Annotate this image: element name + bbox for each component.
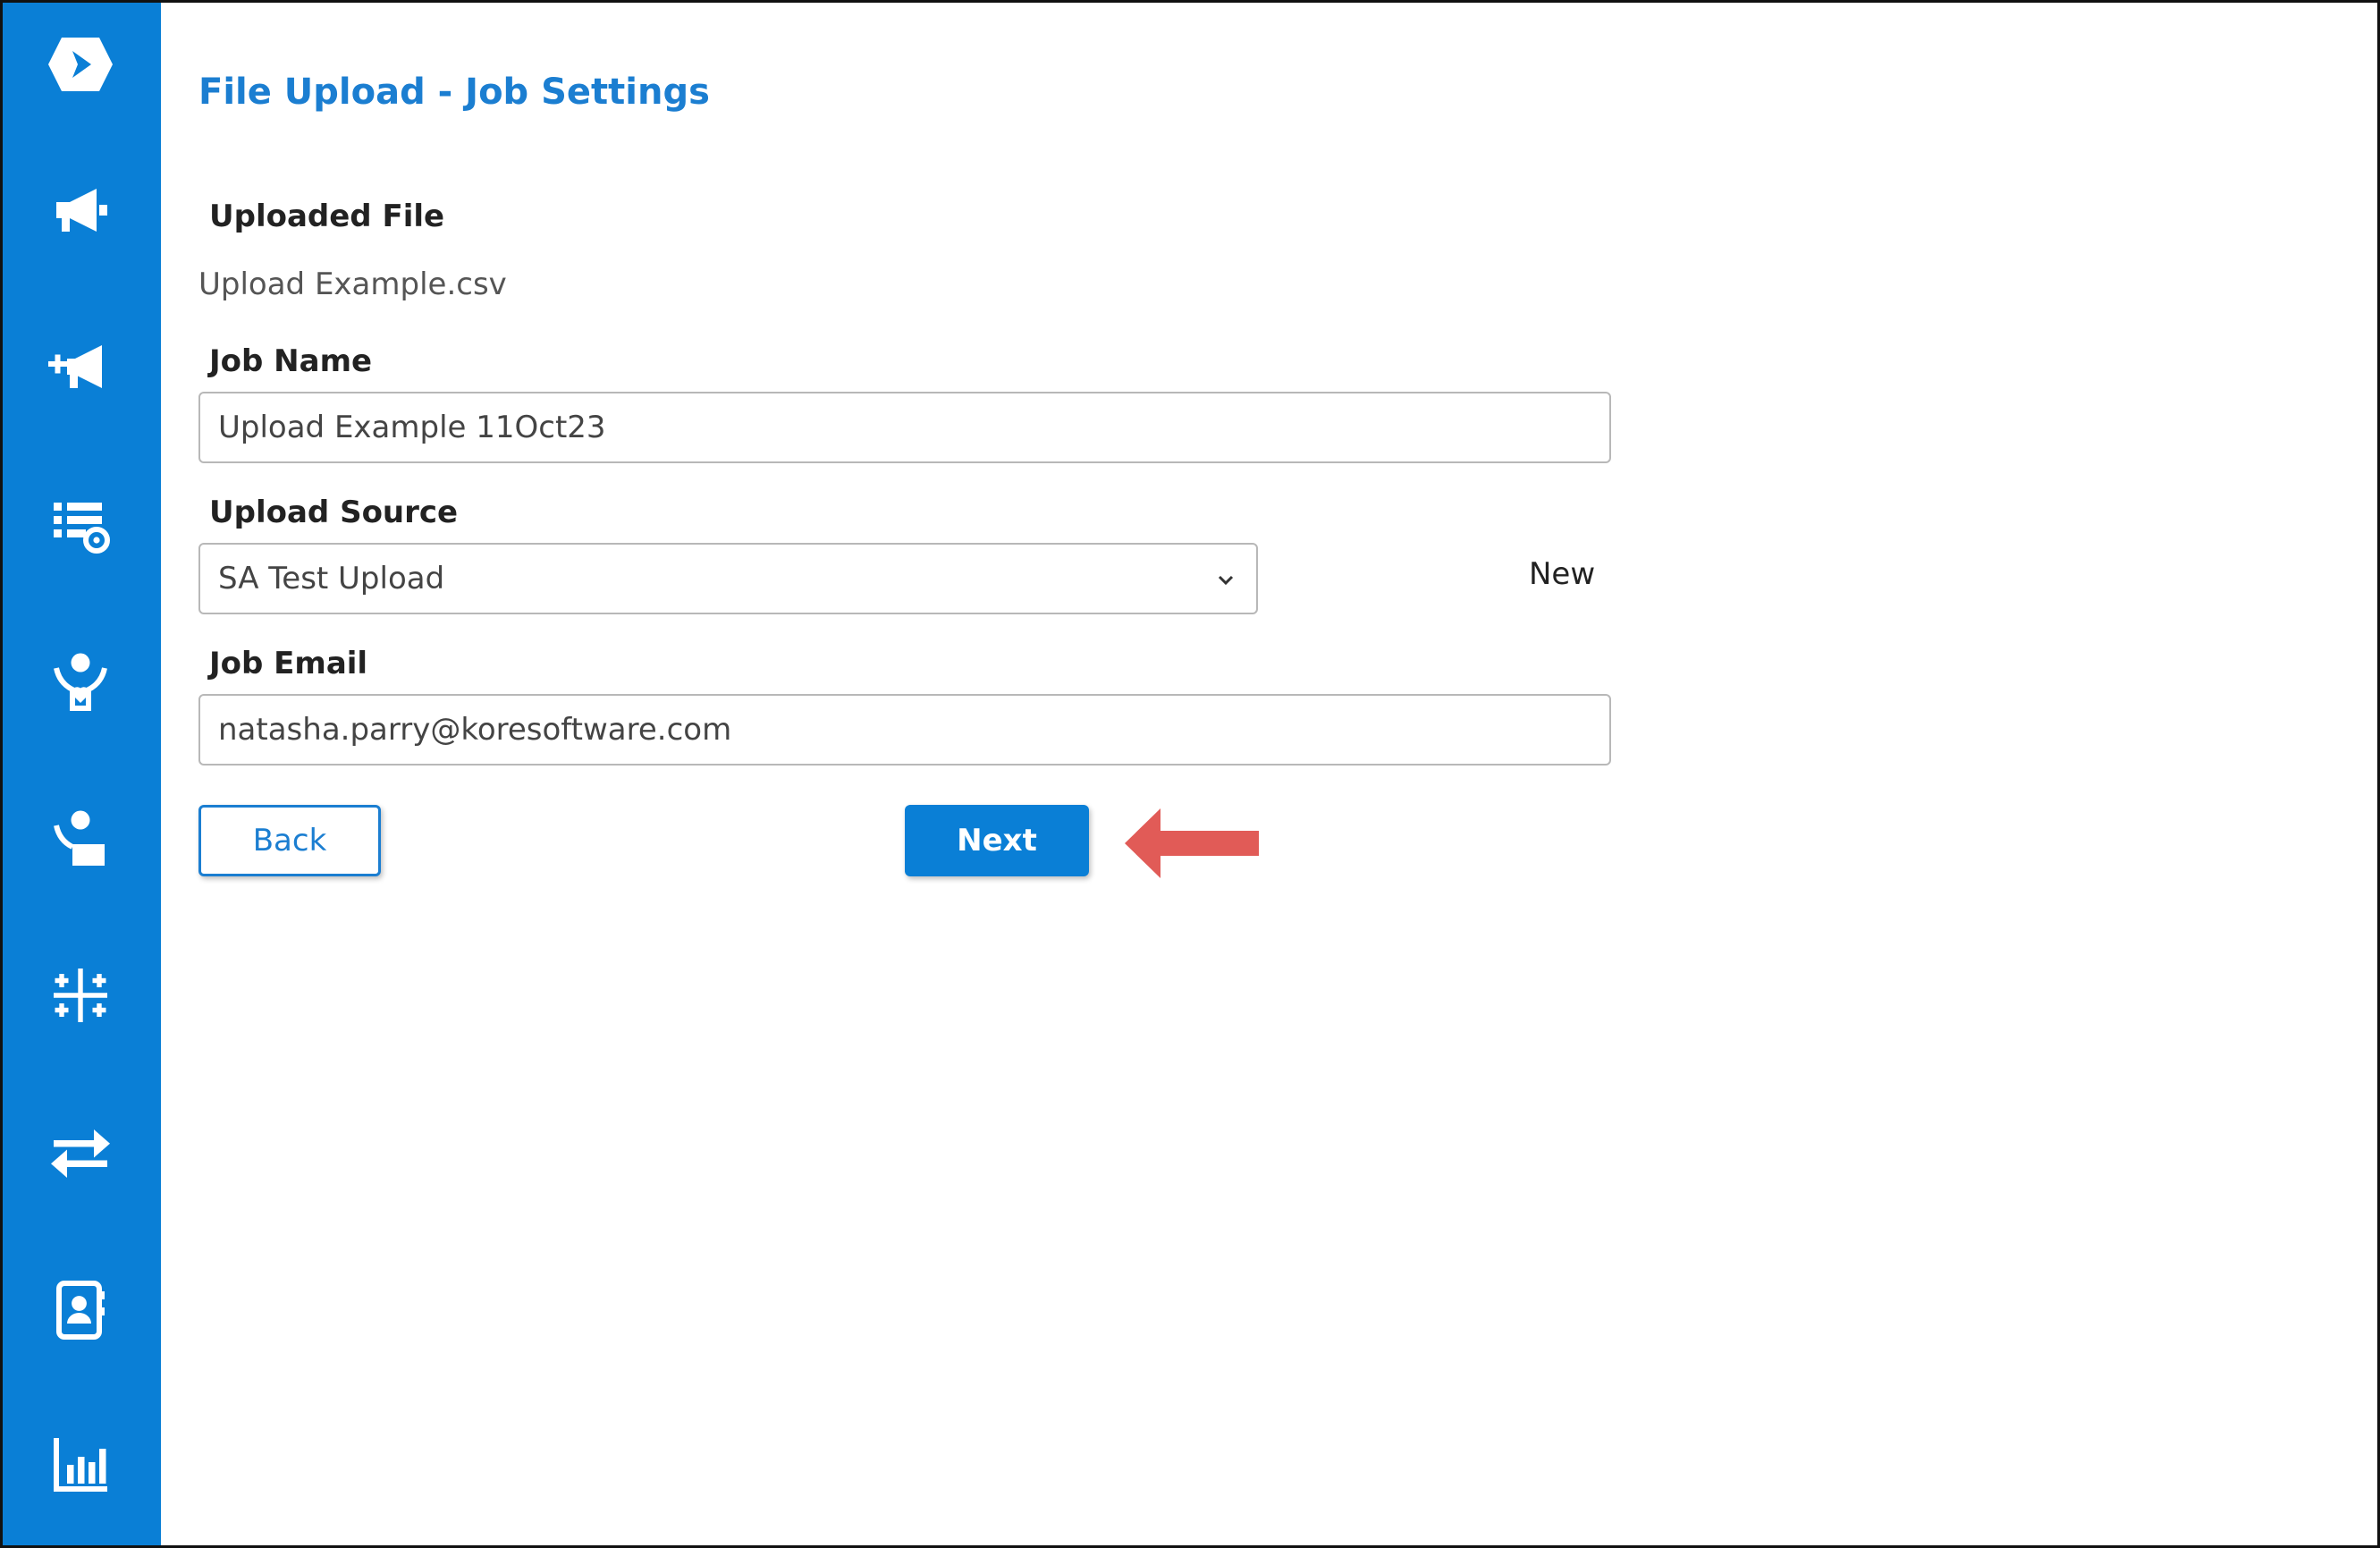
main-content: File Upload - Job Settings Uploaded File… xyxy=(161,0,2380,1548)
job-name-input[interactable] xyxy=(198,392,1611,463)
job-email-input[interactable] xyxy=(198,694,1611,766)
sparkle-grid-icon[interactable] xyxy=(45,960,116,1031)
megaphone-icon[interactable] xyxy=(45,174,116,246)
uploaded-file-name: Upload Example.csv xyxy=(198,266,507,302)
next-button[interactable]: Next xyxy=(905,805,1089,876)
upload-source-label: Upload Source xyxy=(209,495,459,530)
uploaded-file-label: Uploaded File xyxy=(209,199,445,234)
logo-icon[interactable] xyxy=(45,29,116,100)
annotation-arrow-icon xyxy=(1125,808,1259,878)
chevron-down-icon xyxy=(1218,575,1234,586)
upload-source-select[interactable]: SA Test Upload xyxy=(198,543,1258,614)
bar-chart-icon[interactable] xyxy=(45,1429,116,1501)
job-name-label: Job Name xyxy=(209,343,373,379)
page-title: File Upload - Job Settings xyxy=(198,72,710,113)
megaphone-add-icon[interactable] xyxy=(45,331,116,402)
contact-book-icon[interactable] xyxy=(45,1274,116,1346)
sidebar xyxy=(0,0,161,1548)
job-email-label: Job Email xyxy=(209,646,368,681)
person-heart-icon[interactable] xyxy=(45,646,116,717)
upload-source-value: SA Test Upload xyxy=(218,561,445,596)
new-source-link[interactable]: New xyxy=(1529,556,1595,592)
person-card-icon[interactable] xyxy=(45,803,116,875)
transfer-arrows-icon[interactable] xyxy=(45,1118,116,1189)
list-settings-icon[interactable] xyxy=(45,488,116,560)
back-button[interactable]: Back xyxy=(198,805,381,876)
